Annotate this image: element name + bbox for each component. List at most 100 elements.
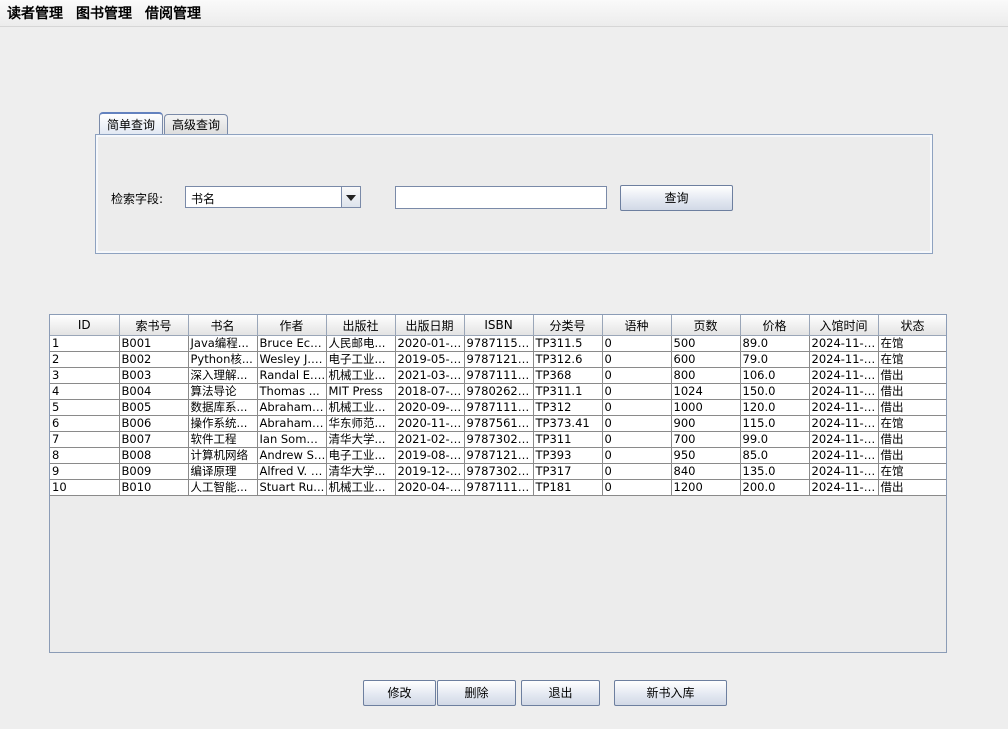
column-header[interactable]: ID (50, 315, 120, 336)
table-cell[interactable]: Python核... (188, 351, 258, 368)
table-cell[interactable]: TP181 (533, 479, 603, 496)
table-cell[interactable]: 操作系统... (188, 415, 258, 432)
table-cell[interactable]: 清华大学... (326, 463, 396, 480)
table-cell[interactable]: 4 (50, 383, 120, 400)
table-cell[interactable]: 120.0 (740, 399, 810, 416)
tab-advanced-query[interactable]: 高级查询 (164, 114, 229, 135)
table-cell[interactable]: 0 (602, 447, 672, 464)
table-row[interactable]: 10 B010 人工智能... Stuart Ru... 机械工业... 2020-04-… (50, 479, 946, 496)
table-cell[interactable]: TP311.1 (533, 383, 603, 400)
table-cell[interactable]: B002 (119, 351, 189, 368)
table-cell[interactable]: Thomas ... (257, 383, 327, 400)
table-cell[interactable]: 2024-11-14 (809, 351, 879, 368)
table-cell[interactable]: 2024-11-14 (809, 431, 879, 448)
table-cell[interactable]: TP312.6 (533, 351, 603, 368)
menu-book-management[interactable]: 图书管理 (69, 3, 138, 23)
table-cell[interactable]: 97871116... (464, 367, 534, 384)
table-cell[interactable]: 97871213... (464, 447, 534, 464)
table-cell[interactable]: 115.0 (740, 415, 810, 432)
table-cell[interactable]: 软件工程 (188, 431, 258, 448)
query-button[interactable]: 查询 (620, 185, 733, 211)
table-cell[interactable]: 人工智能... (188, 479, 258, 496)
table-cell[interactable]: 150.0 (740, 383, 810, 400)
table-cell[interactable]: 3 (50, 367, 120, 384)
table-cell[interactable]: 2024-11-14 (809, 415, 879, 432)
table-cell[interactable]: 借出 (878, 479, 946, 496)
column-header[interactable]: 出版日期 (395, 315, 465, 336)
new-book-button[interactable]: 新书入库 (614, 680, 727, 706)
table-row[interactable]: 8 B008 计算机网络 Andrew S.... 电子工业... 2019-08-01 9… (50, 447, 946, 464)
table-cell[interactable]: B003 (119, 367, 189, 384)
table-cell[interactable]: 在馆 (878, 335, 946, 352)
chevron-down-icon[interactable] (341, 187, 360, 207)
table-cell[interactable]: 0 (602, 367, 672, 384)
table-cell[interactable]: 0 (602, 399, 672, 416)
table-cell[interactable]: 135.0 (740, 463, 810, 480)
table-cell[interactable]: 0 (602, 335, 672, 352)
table-cell[interactable]: Bruce Eckel (257, 335, 327, 352)
table-cell[interactable]: 2024-11-14 (809, 463, 879, 480)
table-cell[interactable]: 106.0 (740, 367, 810, 384)
table-cell[interactable]: 79.0 (740, 351, 810, 368)
table-cell[interactable]: 机械工业... (326, 479, 396, 496)
table-cell[interactable]: 85.0 (740, 447, 810, 464)
table-cell[interactable]: 1000 (671, 399, 741, 416)
table-cell[interactable]: 清华大学... (326, 431, 396, 448)
delete-button[interactable]: 删除 (437, 680, 516, 706)
table-cell[interactable]: B001 (119, 335, 189, 352)
table-cell[interactable]: 算法导论 (188, 383, 258, 400)
tab-simple-query[interactable]: 简单查询 (99, 112, 164, 136)
table-cell[interactable]: 编译原理 (188, 463, 258, 480)
table-cell[interactable]: 在馆 (878, 415, 946, 432)
table-cell[interactable]: TP368 (533, 367, 603, 384)
table-cell[interactable]: 2021-02-01 (395, 431, 465, 448)
column-header[interactable]: 语种 (602, 315, 672, 336)
table-cell[interactable]: TP373.41 (533, 415, 603, 432)
column-header[interactable]: 价格 (740, 315, 810, 336)
table-cell[interactable]: 2024-11-14 (809, 367, 879, 384)
table-cell[interactable]: 2019-12-01 (395, 463, 465, 480)
column-header[interactable]: 索书号 (119, 315, 189, 336)
table-cell[interactable]: 97875617... (464, 415, 534, 432)
table-cell[interactable]: 700 (671, 431, 741, 448)
table-cell[interactable]: 10 (50, 479, 120, 496)
table-cell[interactable]: Andrew S.... (257, 447, 327, 464)
table-cell[interactable]: B009 (119, 463, 189, 480)
table-cell[interactable]: 97873025... (464, 431, 534, 448)
table-cell[interactable]: 99.0 (740, 431, 810, 448)
table-cell[interactable]: 97802620... (464, 383, 534, 400)
table-cell[interactable]: 人民邮电... (326, 335, 396, 352)
table-cell[interactable]: Wesley J. ... (257, 351, 327, 368)
table-cell[interactable]: TP312 (533, 399, 603, 416)
table-cell[interactable]: 2020-01-01 (395, 335, 465, 352)
table-cell[interactable]: 2019-08-01 (395, 447, 465, 464)
column-header[interactable]: 作者 (257, 315, 327, 336)
table-cell[interactable]: 7 (50, 431, 120, 448)
table-cell[interactable]: 计算机网络 (188, 447, 258, 464)
table-cell[interactable]: 0 (602, 479, 672, 496)
table-row[interactable]: 2 B002 Python核... Wesley J. ... 电子工业... 2019-… (50, 351, 946, 368)
table-cell[interactable]: 在馆 (878, 351, 946, 368)
table-cell[interactable]: 电子工业... (326, 447, 396, 464)
table-cell[interactable]: TP393 (533, 447, 603, 464)
modify-button[interactable]: 修改 (363, 680, 436, 706)
search-field-select[interactable]: 书名 (185, 186, 361, 208)
column-header[interactable]: 页数 (671, 315, 741, 336)
table-cell[interactable]: B008 (119, 447, 189, 464)
table-cell[interactable]: 900 (671, 415, 741, 432)
table-cell[interactable]: 2019-05-01 (395, 351, 465, 368)
table-cell[interactable]: 1200 (671, 479, 741, 496)
table-cell[interactable]: B004 (119, 383, 189, 400)
column-header[interactable]: 状态 (878, 315, 946, 336)
table-cell[interactable]: 9 (50, 463, 120, 480)
table-cell[interactable]: Abraham ... (257, 415, 327, 432)
table-cell[interactable]: B007 (119, 431, 189, 448)
table-cell[interactable]: 在馆 (878, 463, 946, 480)
table-cell[interactable]: 深入理解... (188, 367, 258, 384)
table-cell[interactable]: 97873024... (464, 463, 534, 480)
table-cell[interactable]: 2018-07-01 (395, 383, 465, 400)
table-cell[interactable]: 97871115... (464, 399, 534, 416)
table-cell[interactable]: 97871213... (464, 351, 534, 368)
table-cell[interactable]: 2021-03-01 (395, 367, 465, 384)
table-cell[interactable]: 89.0 (740, 335, 810, 352)
